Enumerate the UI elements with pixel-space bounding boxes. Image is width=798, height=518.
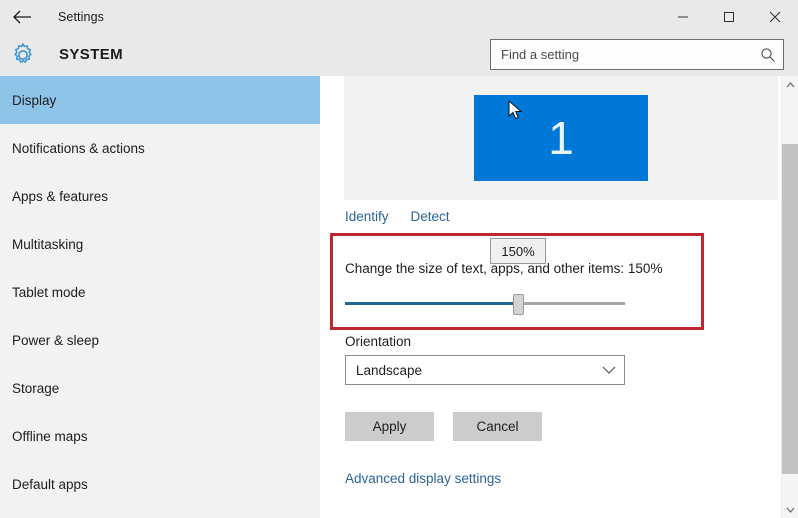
monitor-number: 1 [548, 112, 574, 164]
detect-link[interactable]: Detect [411, 209, 450, 224]
sidebar-item-storage[interactable]: Storage [0, 364, 320, 412]
sidebar-item-power-and-sleep[interactable]: Power & sleep [0, 316, 320, 364]
gear-icon [10, 42, 36, 68]
sidebar: Display Notifications & actions Apps & f… [0, 76, 320, 518]
sidebar-item-label: Default apps [12, 476, 88, 492]
settings-window: Settings SYSTEM Find a setting Display N… [0, 0, 798, 518]
search-box[interactable] [490, 39, 784, 70]
scale-label: Change the size of text, apps, and other… [345, 261, 663, 276]
slider-track-remaining [519, 302, 625, 305]
minimize-button[interactable] [660, 0, 706, 34]
back-arrow-icon [13, 10, 31, 24]
maximize-button[interactable] [706, 0, 752, 34]
slider-thumb[interactable] [513, 294, 524, 315]
scroll-down-icon[interactable] [782, 501, 798, 518]
action-buttons: Apply Cancel [345, 412, 542, 441]
slider-track-filled [345, 302, 519, 305]
sidebar-item-label: Tablet mode [12, 284, 86, 300]
back-button[interactable] [0, 0, 44, 34]
minimize-icon [678, 16, 688, 18]
maximize-icon [724, 12, 734, 22]
sidebar-item-tablet-mode[interactable]: Tablet mode [0, 268, 320, 316]
scale-slider[interactable] [345, 291, 625, 315]
sidebar-item-label: Storage [12, 380, 60, 396]
chevron-down-icon [594, 366, 624, 375]
sidebar-item-offline-maps[interactable]: Offline maps [0, 412, 320, 460]
display-actions: Identify Detect [345, 209, 450, 224]
display-preview-panel: 1 [344, 76, 778, 200]
sidebar-item-default-apps[interactable]: Default apps [0, 460, 320, 508]
sidebar-item-multitasking[interactable]: Multitasking [0, 220, 320, 268]
close-button[interactable] [752, 0, 798, 34]
identify-link[interactable]: Identify [345, 209, 389, 224]
apply-button[interactable]: Apply [345, 412, 434, 441]
sidebar-item-label: Apps & features [12, 188, 109, 204]
sidebar-item-label: Power & sleep [12, 332, 100, 348]
window-controls [660, 0, 798, 34]
search-icon[interactable] [753, 40, 783, 69]
orientation-label: Orientation [345, 334, 412, 349]
scrollbar-thumb[interactable] [782, 144, 798, 474]
sidebar-item-label: Display [12, 92, 57, 108]
sidebar-item-notifications-and-actions[interactable]: Notifications & actions [0, 124, 320, 172]
orientation-selected-value: Landscape [356, 362, 423, 378]
search-input[interactable] [491, 40, 753, 69]
sidebar-item-label: Multitasking [12, 236, 84, 252]
page-title: SYSTEM [59, 46, 124, 63]
sidebar-item-label: Offline maps [12, 428, 88, 444]
main-content: 1 Identify Detect 150% Change the size o… [320, 76, 798, 518]
advanced-display-settings-link[interactable]: Advanced display settings [345, 471, 501, 486]
orientation-dropdown[interactable]: Landscape [345, 355, 625, 385]
title-bar: Settings [0, 0, 798, 34]
cancel-button[interactable]: Cancel [453, 412, 542, 441]
sidebar-item-apps-and-features[interactable]: Apps & features [0, 172, 320, 220]
monitor-1-thumbnail[interactable]: 1 [474, 95, 648, 181]
sidebar-item-display[interactable]: Display [0, 76, 320, 124]
close-icon [769, 11, 781, 23]
sidebar-item-label: Notifications & actions [12, 140, 145, 156]
vertical-scrollbar[interactable] [781, 76, 798, 518]
scroll-up-icon[interactable] [782, 76, 798, 93]
window-title: Settings [58, 10, 104, 24]
